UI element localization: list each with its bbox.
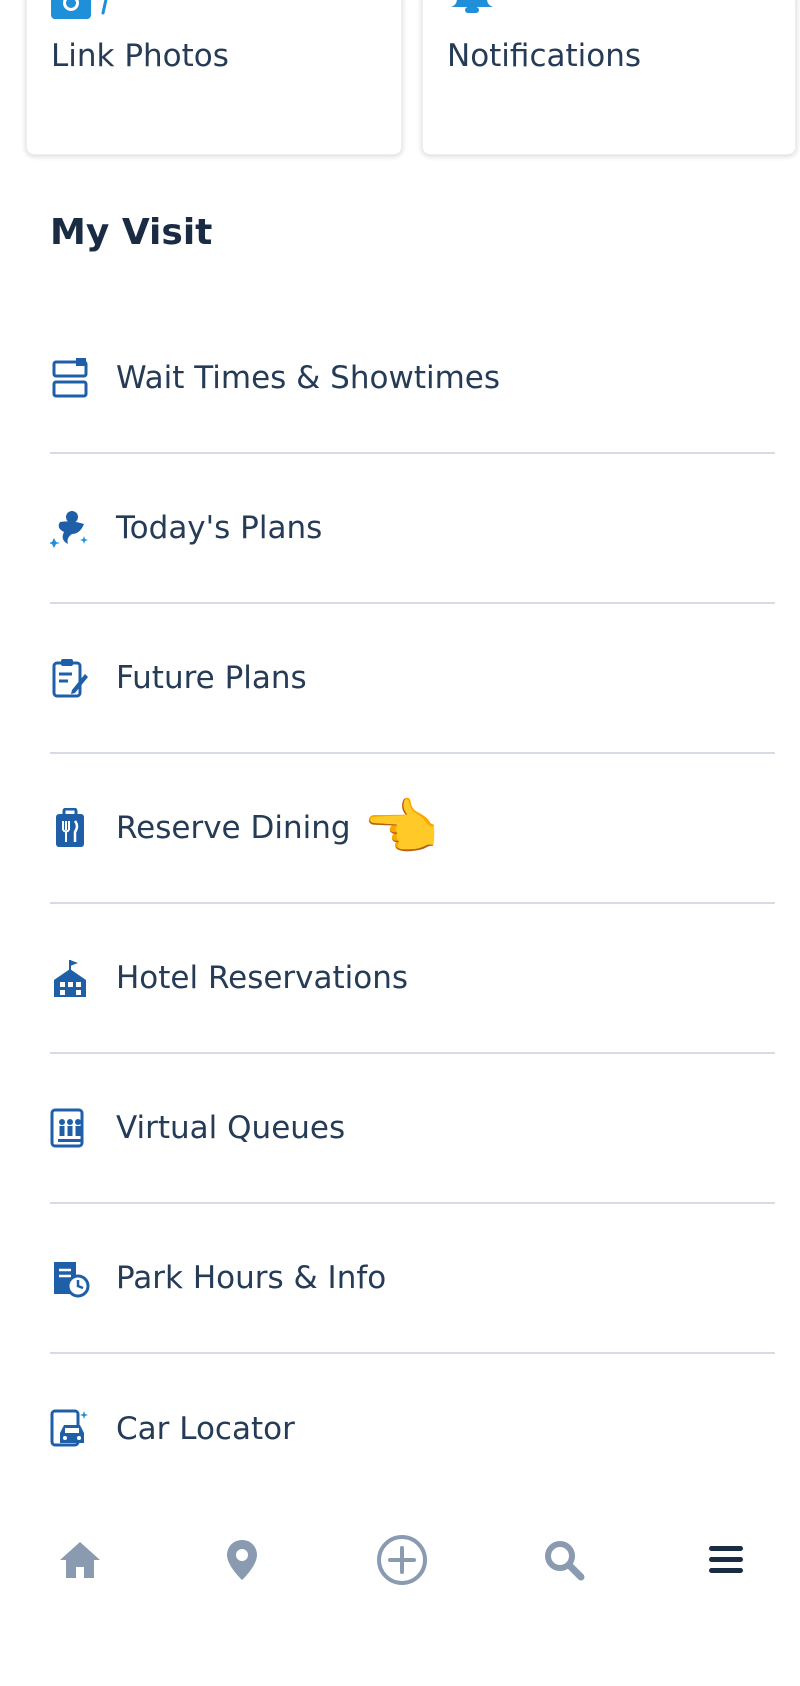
search-icon[interactable]	[534, 1530, 594, 1590]
notifications-card[interactable]: Notifications	[422, 0, 796, 155]
bottom-tab-bar	[0, 1530, 800, 1630]
pointing-hand-emoji: 👈	[362, 791, 440, 864]
bell-icon	[447, 0, 497, 25]
menu-item-label: Today's Plans	[116, 510, 323, 546]
menu-item-virtual-queues[interactable]: Virtual Queues	[50, 1054, 775, 1204]
menu-item-label: Wait Times & Showtimes	[116, 360, 501, 396]
dining-icon	[50, 806, 90, 850]
genie-icon	[50, 506, 90, 550]
menu-item-label: Car Locator	[116, 1411, 295, 1447]
notifications-label: Notifications	[447, 38, 642, 74]
hotel-icon	[50, 956, 90, 1000]
clipboard-edit-icon	[50, 656, 90, 700]
wait-times-icon	[50, 356, 90, 400]
menu-item-label: Hotel Reservations	[116, 960, 409, 996]
home-icon[interactable]	[50, 1530, 110, 1590]
menu-item-todays-plans[interactable]: Today's Plans	[50, 454, 775, 604]
menu-item-park-hours[interactable]: Park Hours & Info	[50, 1204, 775, 1354]
hamburger-menu-icon[interactable]	[696, 1530, 756, 1590]
link-photos-label: Link Photos	[51, 38, 229, 74]
menu-item-label: Park Hours & Info	[116, 1260, 387, 1296]
menu-item-future-plans[interactable]: Future Plans	[50, 604, 775, 754]
photo-link-icon	[51, 0, 115, 25]
menu-item-hotel-reservations[interactable]: Hotel Reservations	[50, 904, 775, 1054]
virtual-queue-icon	[50, 1106, 90, 1150]
section-title: My Visit	[50, 212, 213, 253]
menu-item-wait-times[interactable]: Wait Times & Showtimes	[50, 304, 775, 454]
menu-item-car-locator[interactable]: Car Locator	[50, 1354, 775, 1504]
menu-item-label: Virtual Queues	[116, 1110, 346, 1146]
my-visit-list: Wait Times & Showtimes Today's Plans Fut…	[50, 304, 775, 1504]
menu-item-label: Reserve Dining	[116, 810, 351, 846]
plus-circle-icon[interactable]	[372, 1530, 432, 1590]
app-screen: Link Photos Notifications My Visit Wait …	[0, 0, 800, 1686]
car-locator-icon	[50, 1407, 90, 1451]
menu-item-reserve-dining[interactable]: Reserve Dining 👈	[50, 754, 775, 904]
menu-item-label: Future Plans	[116, 660, 307, 696]
link-photos-card[interactable]: Link Photos	[26, 0, 402, 155]
map-pin-icon[interactable]	[212, 1530, 272, 1590]
park-hours-icon	[50, 1256, 90, 1300]
